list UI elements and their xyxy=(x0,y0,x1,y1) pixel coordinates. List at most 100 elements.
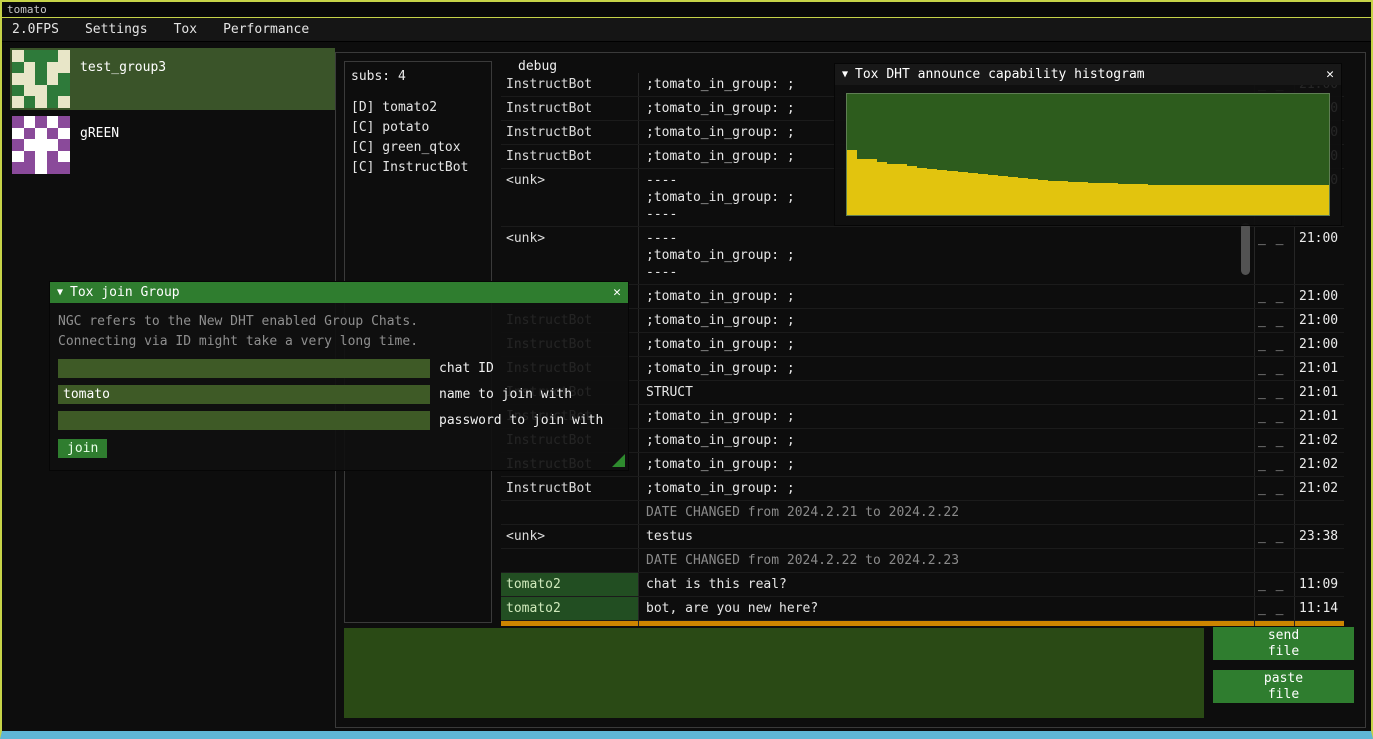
message-time: 21:00 xyxy=(1294,333,1344,356)
message-status: d xyxy=(1254,621,1294,626)
member-InstructBot[interactable]: [C] InstructBot xyxy=(351,158,485,178)
collapse-arrow-icon[interactable]: ▼ xyxy=(57,287,63,298)
message-time: 21:02 xyxy=(1294,429,1344,452)
app-titlebar: tomato xyxy=(2,2,1371,18)
message-time: 21:02 xyxy=(1294,453,1344,476)
join-window-body: NGC refers to the New DHT enabled Group … xyxy=(50,303,628,470)
message-time: 23:38 xyxy=(1294,525,1344,548)
message-status: _ _ xyxy=(1254,357,1294,380)
message-input[interactable] xyxy=(344,628,1204,718)
join-name-row: name to join with xyxy=(58,385,620,404)
message-status: _ _ xyxy=(1254,453,1294,476)
histogram-bar xyxy=(1018,178,1028,215)
subs-count: subs: 4 xyxy=(351,69,485,84)
message-text: DATE CHANGED from 2024.2.21 to 2024.2.22 xyxy=(638,501,1254,524)
message-time: 21:00 xyxy=(1294,309,1344,332)
histogram-bar xyxy=(847,150,857,215)
histogram-bar xyxy=(1028,179,1038,215)
collapse-arrow-icon[interactable]: ▼ xyxy=(842,69,848,80)
histogram-bar xyxy=(1169,185,1179,215)
message-status xyxy=(1254,501,1294,524)
menu-item-settings[interactable]: Settings xyxy=(79,20,154,39)
author-name: InstructBot xyxy=(501,477,638,500)
histogram-titlebar[interactable]: ▼ Tox DHT announce capability histogram … xyxy=(835,64,1341,85)
histogram-bar xyxy=(857,159,867,215)
histogram-bar xyxy=(947,171,957,215)
message-status: _ _ xyxy=(1254,333,1294,356)
debug-header[interactable]: debug xyxy=(518,59,557,74)
join-name-label: name to join with xyxy=(439,387,572,402)
message-time: 11:09 xyxy=(1294,573,1344,596)
join-name-input[interactable] xyxy=(58,385,430,404)
member-potato[interactable]: [C] potato xyxy=(351,118,485,138)
message-text: ;tomato_in_group: ; xyxy=(638,333,1254,356)
group-item-gREEN[interactable]: gREEN xyxy=(10,114,335,176)
histogram-bar xyxy=(907,166,917,215)
join-button[interactable]: join xyxy=(58,439,107,458)
join-group-window: ▼ Tox join Group ✕ NGC refers to the New… xyxy=(50,282,628,470)
message-text: DATE CHANGED from 2024.2.22 to 2024.2.23 xyxy=(638,549,1254,572)
join-info-line-1: NGC refers to the New DHT enabled Group … xyxy=(58,312,620,332)
paste-file-button[interactable]: paste file xyxy=(1213,670,1354,703)
message-row: tomato2bot, are you new here?_ _11:14 xyxy=(501,597,1344,621)
message-status: _ _ xyxy=(1254,405,1294,428)
histogram-bar xyxy=(1259,185,1269,215)
member-tomato2[interactable]: [D] tomato2 xyxy=(351,98,485,118)
join-password-row: password to join with xyxy=(58,411,620,430)
dht-histogram-window: ▼ Tox DHT announce capability histogram … xyxy=(835,64,1341,225)
histogram-bar xyxy=(1269,185,1279,215)
menu-item-performance[interactable]: Performance xyxy=(217,20,315,39)
message-text: ;tomato_in_group: ; xyxy=(638,309,1254,332)
close-icon[interactable]: ✕ xyxy=(613,285,621,300)
message-text: bot, are you new here? xyxy=(638,597,1254,620)
message-time: 21:02 xyxy=(1294,477,1344,500)
chat-id-label: chat ID xyxy=(439,361,494,376)
message-status: _ _ xyxy=(1254,525,1294,548)
member-green_qtox[interactable]: [C] green_qtox xyxy=(351,138,485,158)
author-name: InstructBot xyxy=(501,621,638,626)
join-password-input[interactable] xyxy=(58,411,430,430)
histogram-bar xyxy=(1199,185,1209,215)
histogram-bar xyxy=(1048,181,1058,215)
histogram-bar xyxy=(1279,185,1289,215)
histogram-bar xyxy=(988,175,998,215)
histogram-bar xyxy=(1138,184,1148,215)
message-status: _ _ xyxy=(1254,573,1294,596)
message-text: ;tomato_in_group: ; xyxy=(638,405,1254,428)
message-status: _ _ xyxy=(1254,309,1294,332)
menu-bar: 2.0FPS Settings Tox Performance xyxy=(2,18,1371,42)
author-name: InstructBot xyxy=(501,73,638,96)
histogram-bar xyxy=(1179,185,1189,215)
histogram-bar xyxy=(1249,185,1259,215)
group-item-test_group3[interactable]: test_group3 xyxy=(10,48,335,110)
author-name: InstructBot xyxy=(501,97,638,120)
group-list: test_group3gREEN xyxy=(10,48,335,180)
histogram-bar xyxy=(877,162,887,215)
close-icon[interactable]: ✕ xyxy=(1326,67,1334,82)
histogram-bar xyxy=(1038,180,1048,215)
message-status: _ _ xyxy=(1254,227,1294,284)
send-file-button[interactable]: send file xyxy=(1213,627,1354,660)
menu-item-20fps[interactable]: 2.0FPS xyxy=(6,20,65,39)
resize-grip-icon[interactable] xyxy=(612,454,625,467)
message-text: ;tomato_in_group: ; xyxy=(638,357,1254,380)
author-name: tomato2 xyxy=(501,597,638,620)
message-status: _ _ xyxy=(1254,381,1294,404)
histogram-bar xyxy=(1299,185,1309,215)
message-time xyxy=(1294,501,1344,524)
message-time: 11:14 xyxy=(1294,597,1344,620)
message-status xyxy=(1254,549,1294,572)
author-name: InstructBot xyxy=(501,145,638,168)
chat-scrollbar[interactable] xyxy=(1241,223,1250,275)
chat-id-input[interactable] xyxy=(58,359,430,378)
histogram-bar xyxy=(1008,177,1018,215)
join-password-label: password to join with xyxy=(439,413,603,428)
menu-item-tox[interactable]: Tox xyxy=(168,20,203,39)
author-name: tomato2 xyxy=(501,573,638,596)
message-time: 21:00 xyxy=(1294,227,1344,284)
histogram-bar xyxy=(1108,183,1118,215)
join-titlebar[interactable]: ▼ Tox join Group ✕ xyxy=(50,282,628,303)
message-text: testus xyxy=(638,525,1254,548)
histogram-bar xyxy=(897,164,907,215)
author-name xyxy=(501,549,638,572)
